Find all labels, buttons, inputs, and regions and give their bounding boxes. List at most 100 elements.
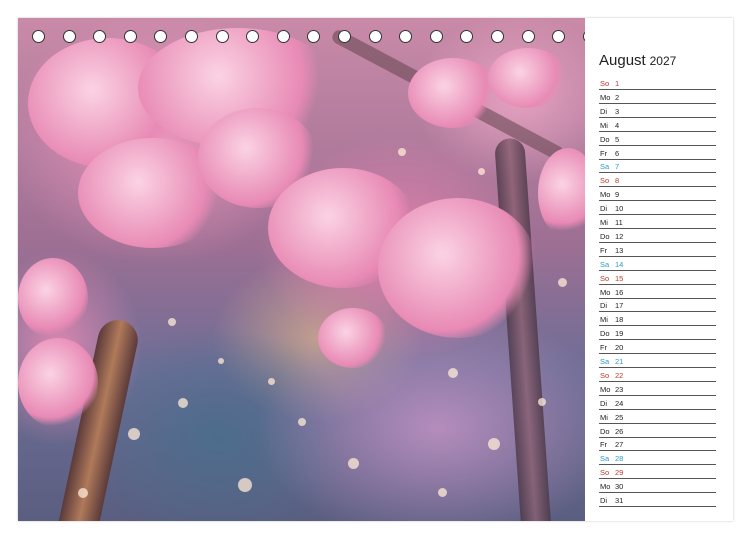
binding-hole [215, 30, 229, 43]
binding-hole [491, 30, 504, 43]
bokeh-dot [218, 358, 224, 364]
weekday-label: Sa [600, 162, 610, 172]
binding-hole [521, 30, 535, 43]
day-row: Do 19 [599, 325, 716, 341]
day-row: Fr 13 [599, 242, 716, 257]
weekday-label: Do [600, 426, 610, 436]
day-number: 19 [615, 329, 624, 339]
day-row: Sa 28 [599, 450, 716, 466]
calendar-page: August 2027 So 1 Mo 2 Di 3 Mi 4 Do 5 Fr 6 Sa 7 So 8 Mo 9 D… [18, 18, 733, 521]
bokeh-dot [178, 398, 188, 408]
day-row: Do 26 [599, 423, 716, 438]
day-row: Di 10 [599, 200, 716, 216]
day-row: Fr 20 [599, 339, 716, 355]
weekday-label: Fr [600, 440, 608, 450]
day-row: Fr 27 [599, 436, 716, 452]
binding-hole [32, 30, 45, 43]
day-number: 23 [615, 384, 624, 394]
weekday-label: Sa [600, 357, 610, 366]
binding-hole [552, 30, 566, 43]
day-row: Mo 9 [599, 186, 716, 202]
binding-hole [276, 30, 290, 43]
binding-hole [154, 30, 168, 43]
day-number: 12 [615, 231, 624, 241]
bokeh-dot [168, 318, 176, 326]
bokeh-dot [238, 478, 252, 492]
weekday-label: Mo [600, 92, 611, 102]
day-number: 1 [615, 79, 620, 88]
day-number: 18 [615, 315, 624, 325]
day-row: So 22 [599, 367, 716, 382]
weekday-label: Di [600, 106, 608, 116]
day-row: Mo 16 [599, 284, 716, 299]
binding-hole [123, 30, 137, 43]
weekday-label: Do [600, 231, 610, 241]
binding-hole [246, 30, 260, 43]
day-row: Mi 25 [599, 409, 716, 424]
day-number: 24 [615, 398, 624, 408]
weekday-label: Mi [600, 218, 608, 227]
weekday-label: So [600, 468, 610, 478]
day-row: Mo 30 [599, 478, 716, 494]
day-row: Mo 23 [599, 381, 716, 396]
blossom-cluster [378, 198, 538, 338]
day-number: 21 [615, 357, 624, 366]
weekday-label: Sa [600, 259, 610, 269]
binding-hole [368, 30, 382, 43]
bokeh-dot [128, 428, 140, 440]
day-row: Sa 14 [599, 256, 716, 271]
weekday-label: So [600, 370, 610, 380]
month-name: August [599, 52, 646, 69]
day-number: 27 [615, 440, 624, 450]
weekday-label: So [600, 176, 610, 186]
day-number: 6 [615, 148, 620, 158]
day-row: Do 5 [599, 131, 716, 146]
weekday-label: Sa [600, 454, 610, 464]
day-row: Do 12 [599, 228, 716, 243]
weekday-label: Do [600, 134, 610, 144]
day-number: 25 [615, 412, 624, 422]
bokeh-dot [298, 418, 306, 426]
year: 2027 [649, 54, 677, 68]
bokeh-dot [558, 278, 567, 287]
day-number: 3 [615, 106, 620, 116]
day-row: Mo 2 [599, 89, 716, 104]
day-number: 5 [615, 134, 620, 144]
bokeh-dot [348, 458, 359, 469]
weekday-label: Di [600, 204, 608, 214]
day-row: Fr 6 [599, 145, 716, 160]
day-number: 29 [615, 468, 624, 478]
bokeh-dot [478, 168, 485, 175]
binding-hole [429, 30, 443, 43]
day-number: 13 [615, 245, 624, 255]
weekday-label: So [600, 79, 610, 88]
cherry-blossom-photo [18, 18, 585, 521]
weekday-label: Fr [600, 343, 608, 353]
bokeh-dot [538, 398, 546, 406]
weekday-label: Di [600, 496, 608, 505]
blossom-cluster [538, 148, 585, 238]
binding-hole [460, 30, 474, 43]
binding-hole [62, 30, 76, 43]
day-row: Di 31 [599, 492, 716, 507]
weekday-label: Do [600, 329, 610, 339]
binding-hole [93, 30, 107, 43]
blossom-cluster [18, 258, 88, 338]
blossom-cluster [408, 58, 498, 128]
bokeh-dot [448, 368, 458, 378]
weekday-label: Di [600, 301, 608, 311]
day-number: 9 [615, 190, 620, 200]
day-row: Di 17 [599, 297, 716, 313]
day-number: 8 [615, 176, 620, 186]
weekday-label: Mo [600, 384, 611, 394]
weekday-label: Mo [600, 190, 611, 200]
day-number: 26 [615, 426, 624, 436]
day-row: Mi 11 [599, 214, 716, 229]
weekday-label: Mi [600, 412, 608, 422]
day-row: Sa 7 [599, 158, 716, 174]
day-number: 31 [615, 496, 624, 505]
day-number: 14 [615, 259, 624, 269]
weekday-label: Mo [600, 482, 611, 492]
weekday-label: So [600, 273, 610, 283]
day-row: Di 24 [599, 395, 716, 410]
